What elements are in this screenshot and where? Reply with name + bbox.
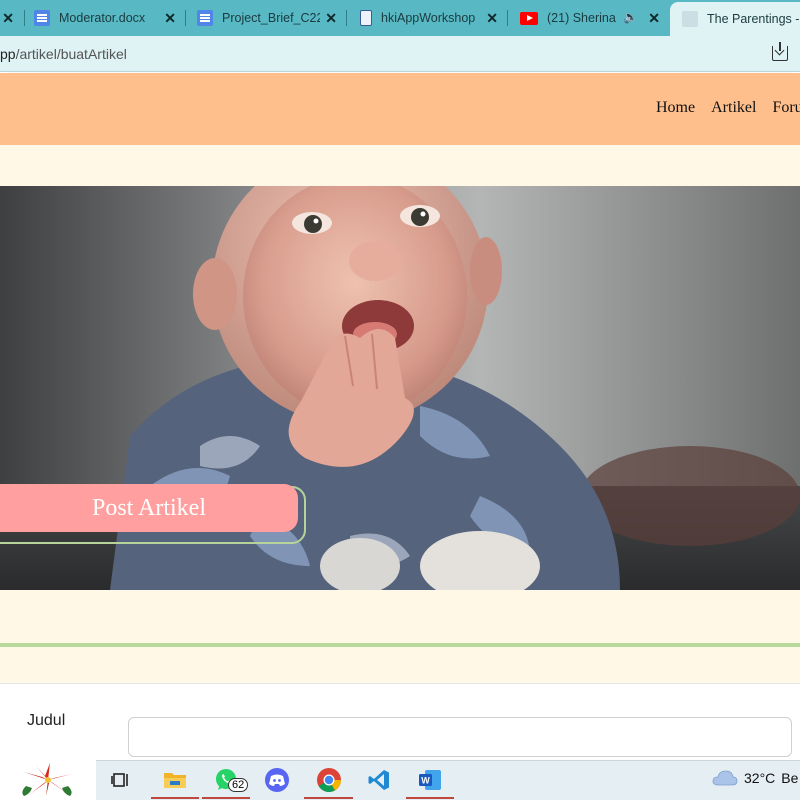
- taskbar-word[interactable]: W: [406, 760, 454, 800]
- start-button[interactable]: [0, 760, 96, 800]
- tab-separator: [24, 10, 25, 26]
- close-icon[interactable]: ✕: [325, 11, 337, 25]
- tab-previous[interactable]: ✕: [0, 0, 24, 36]
- site-header: Home Artikel Forum: [0, 73, 800, 145]
- address-bar[interactable]: pp/artikel/buatArtikel: [0, 36, 800, 72]
- tab-title: The Parentings -: [707, 12, 800, 26]
- taskbar-discord[interactable]: [253, 760, 301, 800]
- tab-separator: [185, 10, 186, 26]
- weather-widget[interactable]: 32°C Be: [712, 770, 798, 786]
- notification-badge: 62: [228, 778, 249, 792]
- spacer-top: [0, 145, 800, 186]
- tab-separator: [346, 10, 347, 26]
- svg-text:W: W: [421, 776, 430, 786]
- file-icon: [360, 10, 372, 26]
- post-artikel-button[interactable]: Post Artikel: [0, 484, 298, 532]
- tab-sherina[interactable]: (21) Sherina 🔈 ✕: [520, 0, 668, 36]
- globe-icon: [682, 11, 698, 27]
- close-icon[interactable]: ✕: [648, 11, 660, 25]
- title-label: Judul: [27, 712, 66, 729]
- discord-icon: [265, 768, 289, 792]
- url-host: pp: [0, 46, 16, 62]
- taskbar-chrome[interactable]: [304, 760, 353, 800]
- nav-artikel[interactable]: Artikel: [711, 99, 756, 117]
- temperature-text: 32°C: [744, 770, 776, 786]
- close-icon[interactable]: ✕: [164, 11, 176, 25]
- taskbar-file-explorer[interactable]: [151, 760, 199, 800]
- article-form: Judul: [0, 683, 800, 761]
- title-input[interactable]: [128, 717, 792, 757]
- tab-separator: [507, 10, 508, 26]
- word-icon: W: [419, 770, 441, 790]
- tab-title: (21) Sherina: [547, 11, 616, 25]
- main-nav: Home Artikel Forum: [656, 99, 800, 117]
- nav-home[interactable]: Home: [656, 99, 695, 117]
- google-docs-icon: [34, 10, 50, 26]
- poinsettia-icon: [22, 763, 72, 796]
- browser-tab-strip: ✕ Moderator.docx ✕ Project_Brief_C22 ✕ h…: [0, 0, 800, 36]
- tab-title: Project_Brief_C22: [222, 11, 320, 25]
- weather-text: Be: [781, 770, 799, 786]
- nav-forum[interactable]: Forum: [772, 99, 800, 117]
- google-docs-icon: [197, 10, 213, 26]
- folder-icon: [164, 773, 186, 788]
- tab-the-parentings[interactable]: The Parentings -: [670, 2, 800, 36]
- close-icon[interactable]: ✕: [486, 11, 498, 25]
- task-view-icon: [111, 773, 128, 787]
- task-view-button[interactable]: [97, 760, 145, 800]
- tab-hkiappworkshop[interactable]: hkiAppWorkshop ✕: [360, 0, 506, 36]
- close-icon[interactable]: ✕: [2, 11, 14, 25]
- youtube-icon: [520, 11, 538, 25]
- tab-title: Moderator.docx: [59, 11, 146, 25]
- chrome-icon: [316, 768, 341, 793]
- url-text[interactable]: pp/artikel/buatArtikel: [0, 46, 127, 62]
- vscode-icon: [368, 770, 389, 790]
- spacer-bottom: [0, 590, 800, 683]
- tab-moderator[interactable]: Moderator.docx ✕: [34, 0, 184, 36]
- divider-line: [0, 643, 800, 647]
- url-path: /artikel/buatArtikel: [15, 46, 127, 62]
- cloud-icon: [712, 770, 738, 786]
- speaker-icon[interactable]: 🔈: [623, 10, 638, 24]
- taskbar-vscode[interactable]: [355, 760, 403, 800]
- install-app-icon[interactable]: [772, 42, 788, 61]
- tab-title: hkiAppWorkshop: [381, 11, 475, 25]
- tab-project-brief[interactable]: Project_Brief_C22 ✕: [197, 0, 345, 36]
